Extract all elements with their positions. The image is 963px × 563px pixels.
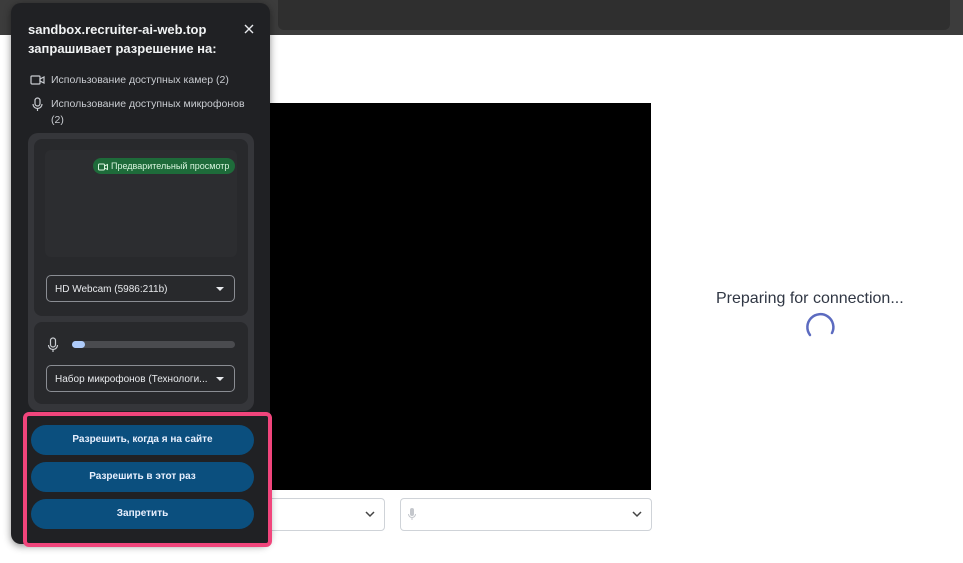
- close-icon[interactable]: [241, 21, 257, 37]
- video-preview: [262, 103, 651, 490]
- camera-icon: [98, 163, 108, 171]
- deny-button[interactable]: Запретить: [31, 499, 254, 529]
- camera-select[interactable]: [262, 498, 385, 531]
- dropdown-arrow-icon: [216, 377, 224, 381]
- microphone-icon: [47, 337, 59, 352]
- microphone-icon: [408, 508, 416, 520]
- microphone-device-dropdown[interactable]: Набор микрофонов (Технологи...: [46, 365, 235, 392]
- popup-origin: sandbox.recruiter-ai-web.top: [28, 22, 207, 37]
- microphone-panel: Набор микрофонов (Технологи...: [34, 322, 248, 404]
- loading-spinner-icon: [806, 312, 835, 337]
- permission-microphone-label: Использование доступных микрофонов (2): [51, 98, 245, 126]
- preview-badge: Предварительный просмотр: [93, 158, 236, 174]
- permission-camera: Использование доступных камер (2): [30, 72, 260, 88]
- mic-level-fill: [72, 341, 86, 348]
- camera-panel: Предварительный просмотр HD Webcam (5986…: [34, 139, 248, 316]
- permission-camera-label: Использование доступных камер (2): [51, 74, 229, 86]
- preview-badge-label: Предварительный просмотр: [111, 161, 230, 171]
- popup-subtitle: запрашивает разрешение на:: [28, 41, 217, 56]
- dropdown-arrow-icon: [216, 287, 224, 291]
- chevron-down-icon: [365, 511, 375, 518]
- permission-microphone: Использование доступных микрофонов (2): [30, 96, 260, 128]
- camera-icon: [30, 75, 45, 85]
- chevron-down-icon: [632, 511, 642, 518]
- mic-level-meter: [72, 341, 235, 348]
- allow-once-button[interactable]: Разрешить в этот раз: [31, 462, 254, 492]
- camera-preview: Предварительный просмотр: [45, 150, 237, 257]
- camera-device-label: HD Webcam (5986:211b): [55, 284, 168, 295]
- allow-on-site-button[interactable]: Разрешить, когда я на сайте: [31, 425, 254, 455]
- microphone-device-label: Набор микрофонов (Технологи...: [55, 374, 208, 385]
- microphone-icon: [32, 97, 43, 111]
- device-preview-card: Предварительный просмотр HD Webcam (5986…: [28, 133, 254, 411]
- connection-status: Preparing for connection...: [716, 290, 904, 307]
- microphone-select[interactable]: [400, 498, 652, 531]
- camera-device-dropdown[interactable]: HD Webcam (5986:211b): [46, 275, 235, 302]
- browser-address-bar[interactable]: [278, 0, 950, 30]
